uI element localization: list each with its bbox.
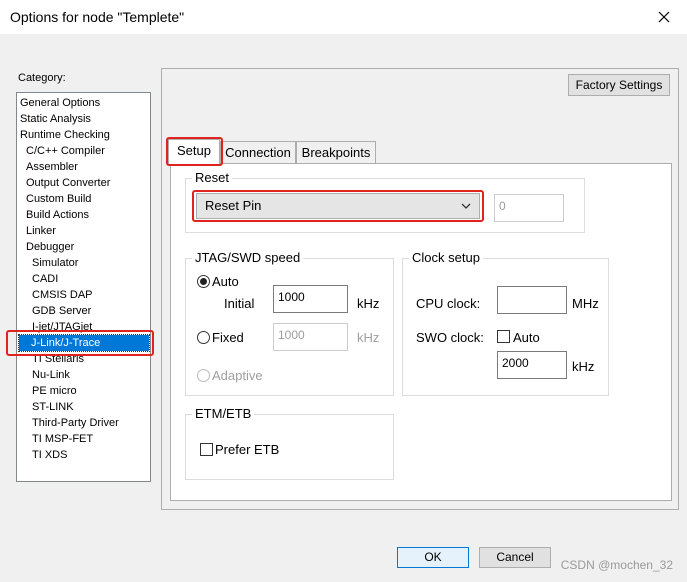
clock-group-label: Clock setup: [409, 250, 483, 265]
jtag-fixed-label: Fixed: [212, 330, 244, 345]
jtag-fixed-radio[interactable]: [197, 331, 210, 344]
category-label: Category:: [18, 72, 66, 84]
category-item-ti-msp-fet[interactable]: TI MSP-FET: [30, 431, 95, 447]
swo-clock-input[interactable]: 2000: [497, 351, 567, 379]
tab-connection[interactable]: Connection: [220, 141, 296, 165]
jtag-adaptive-radio[interactable]: [197, 369, 210, 382]
category-item-debugger[interactable]: Debugger: [24, 239, 76, 255]
swo-clock-unit: kHz: [572, 359, 595, 374]
etm-group-label: ETM/ETB: [192, 406, 255, 421]
category-item-runtime-checking[interactable]: Runtime Checking: [18, 127, 112, 143]
category-item-build-actions[interactable]: Build Actions: [24, 207, 91, 223]
tab-setup[interactable]: Setup: [168, 139, 220, 165]
jtag-adaptive-label: Adaptive: [212, 368, 263, 383]
close-icon: [658, 11, 670, 23]
category-item-st-link[interactable]: ST-LINK: [30, 399, 76, 415]
category-item-gdb-server[interactable]: GDB Server: [30, 303, 93, 319]
window-title: Options for node "Templete": [10, 9, 185, 25]
category-item-linker[interactable]: Linker: [24, 223, 58, 239]
ok-button[interactable]: OK: [397, 547, 469, 568]
prefer-etb-checkbox[interactable]: [200, 443, 213, 456]
jtag-initial-input[interactable]: 1000: [273, 285, 348, 313]
tab-breakpoints[interactable]: Breakpoints: [296, 141, 376, 165]
jtag-initial-unit: kHz: [357, 296, 380, 311]
cpu-clock-unit: MHz: [572, 296, 599, 311]
watermark: CSDN @mochen_32: [560, 558, 673, 572]
category-item-output-converter[interactable]: Output Converter: [24, 175, 112, 191]
category-item-ti-xds[interactable]: TI XDS: [30, 447, 69, 463]
jtag-initial-label: Initial: [224, 296, 255, 311]
jtag-fixed-input[interactable]: 1000: [273, 323, 348, 351]
reset-select[interactable]: Reset Pin: [196, 193, 480, 219]
close-button[interactable]: [641, 0, 687, 34]
jtag-auto-radio[interactable]: [197, 275, 210, 288]
jtag-fixed-unit: kHz: [357, 330, 380, 345]
swo-auto-label: Auto: [513, 330, 540, 345]
jtag-group-label: JTAG/SWD speed: [192, 250, 304, 265]
category-item-static-analysis[interactable]: Static Analysis: [18, 111, 93, 127]
category-item-cmsis-dap[interactable]: CMSIS DAP: [30, 287, 95, 303]
category-item-nu-link[interactable]: Nu-Link: [30, 367, 72, 383]
swo-auto-checkbox[interactable]: [497, 330, 510, 343]
category-item-assembler[interactable]: Assembler: [24, 159, 80, 175]
category-item-ti-stellaris[interactable]: TI Stellaris: [30, 351, 86, 367]
category-item-general-options[interactable]: General Options: [18, 95, 102, 111]
title-bar: Options for node "Templete": [0, 0, 687, 34]
category-item-jlink[interactable]: J-Link/J-Trace: [18, 334, 150, 352]
reset-select-value: Reset Pin: [205, 198, 262, 213]
chevron-down-icon: [461, 203, 471, 209]
category-item-cadi[interactable]: CADI: [30, 271, 60, 287]
category-list[interactable]: General Options Static Analysis Runtime …: [16, 92, 151, 482]
category-item-simulator[interactable]: Simulator: [30, 255, 80, 271]
category-item-custom-build[interactable]: Custom Build: [24, 191, 93, 207]
swo-clock-label: SWO clock:: [416, 330, 484, 345]
jtag-auto-label: Auto: [212, 274, 239, 289]
prefer-etb-label: Prefer ETB: [215, 442, 280, 457]
reset-group-label: Reset: [192, 170, 232, 185]
factory-settings-button[interactable]: Factory Settings: [568, 74, 670, 96]
category-item-ijet[interactable]: I-jet/JTAGjet: [30, 319, 94, 335]
cpu-clock-label: CPU clock:: [416, 296, 481, 311]
reset-delay-input[interactable]: 0: [494, 194, 564, 222]
cancel-button[interactable]: Cancel: [479, 547, 551, 568]
category-item-cpp-compiler[interactable]: C/C++ Compiler: [24, 143, 107, 159]
category-item-pe-micro[interactable]: PE micro: [30, 383, 79, 399]
cpu-clock-input[interactable]: [497, 286, 567, 314]
category-item-third-party[interactable]: Third-Party Driver: [30, 415, 121, 431]
